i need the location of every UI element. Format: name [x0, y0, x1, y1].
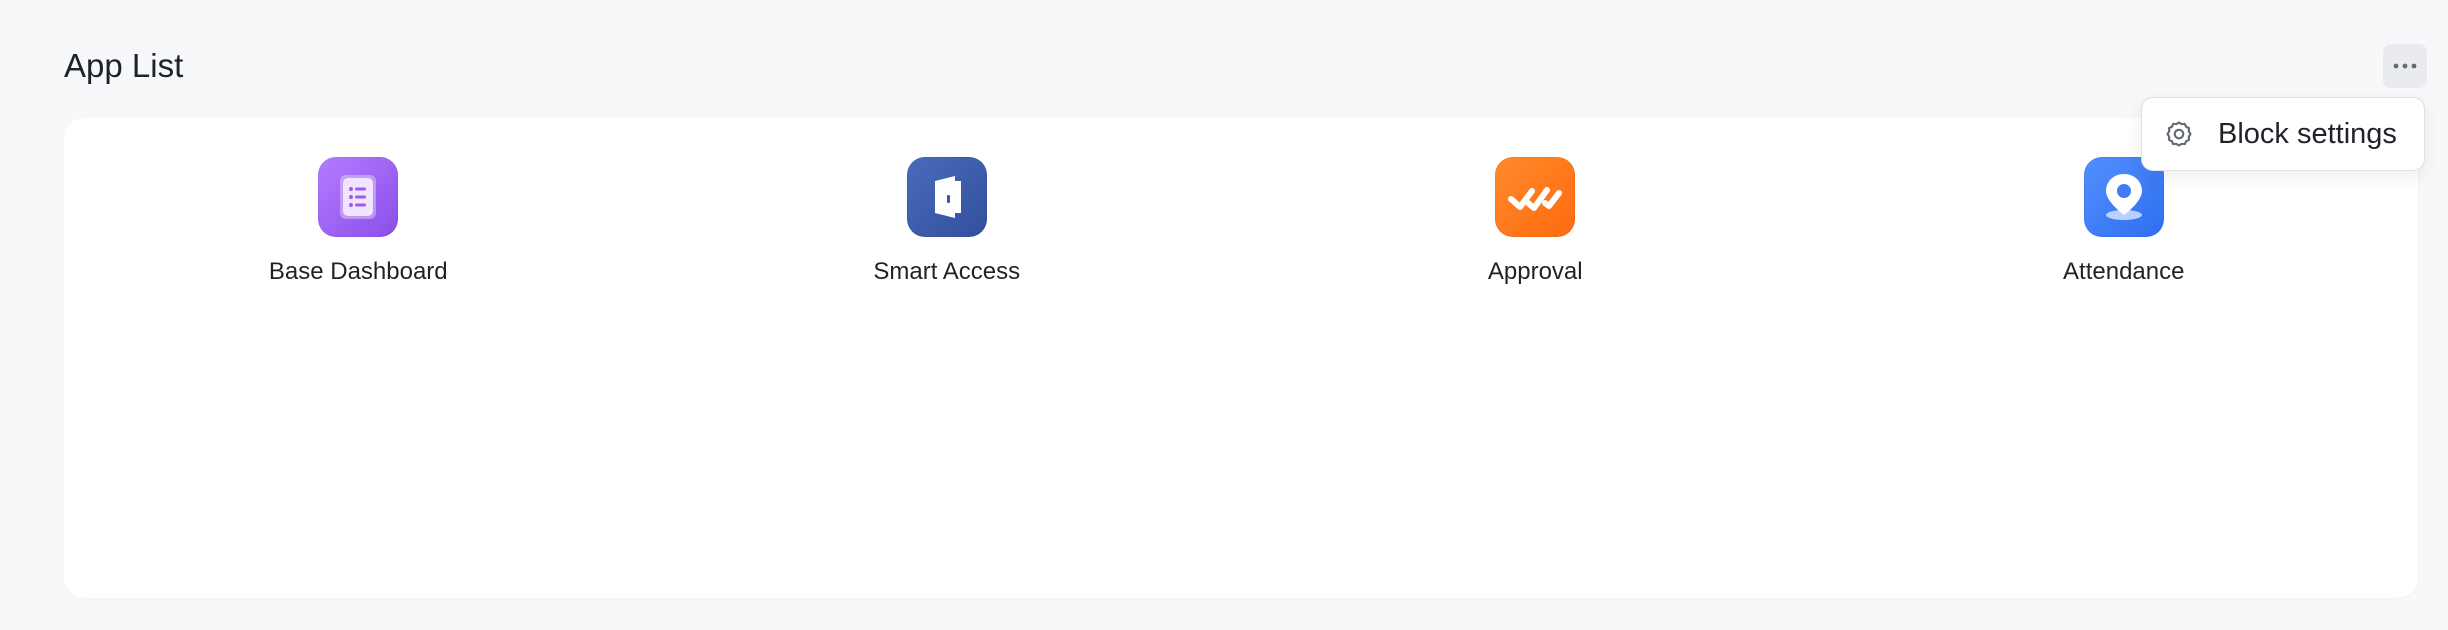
smart-access-door-icon [906, 157, 987, 237]
app-item-attendance[interactable]: Attendance [1830, 157, 2419, 287]
base-dashboard-icon [318, 157, 399, 237]
block-title: App List [64, 47, 184, 84]
app-label: Attendance [2063, 258, 2185, 285]
more-horizontal-icon [2393, 63, 2417, 69]
gear-icon [2163, 118, 2195, 150]
menu-item-label: Block settings [2218, 118, 2397, 150]
more-options-button[interactable] [2383, 44, 2427, 88]
block-menu-dropdown: Block settings [2141, 97, 2425, 171]
app-item-approval[interactable]: Approval [1241, 157, 1830, 287]
app-item-smart-access[interactable]: Smart Access [653, 157, 1242, 287]
app-label: Smart Access [873, 258, 1021, 285]
app-grid: Base Dashboard Smart Access Approval Att… [64, 118, 2418, 287]
app-item-base-dashboard[interactable]: Base Dashboard [64, 157, 653, 287]
app-list-card: Base Dashboard Smart Access Approval Att… [64, 118, 2418, 598]
approval-check-icon [1495, 157, 1576, 237]
app-label: Approval [1487, 258, 1583, 285]
menu-item-block-settings[interactable]: Block settings [2142, 98, 2424, 170]
app-label: Base Dashboard [268, 258, 448, 285]
